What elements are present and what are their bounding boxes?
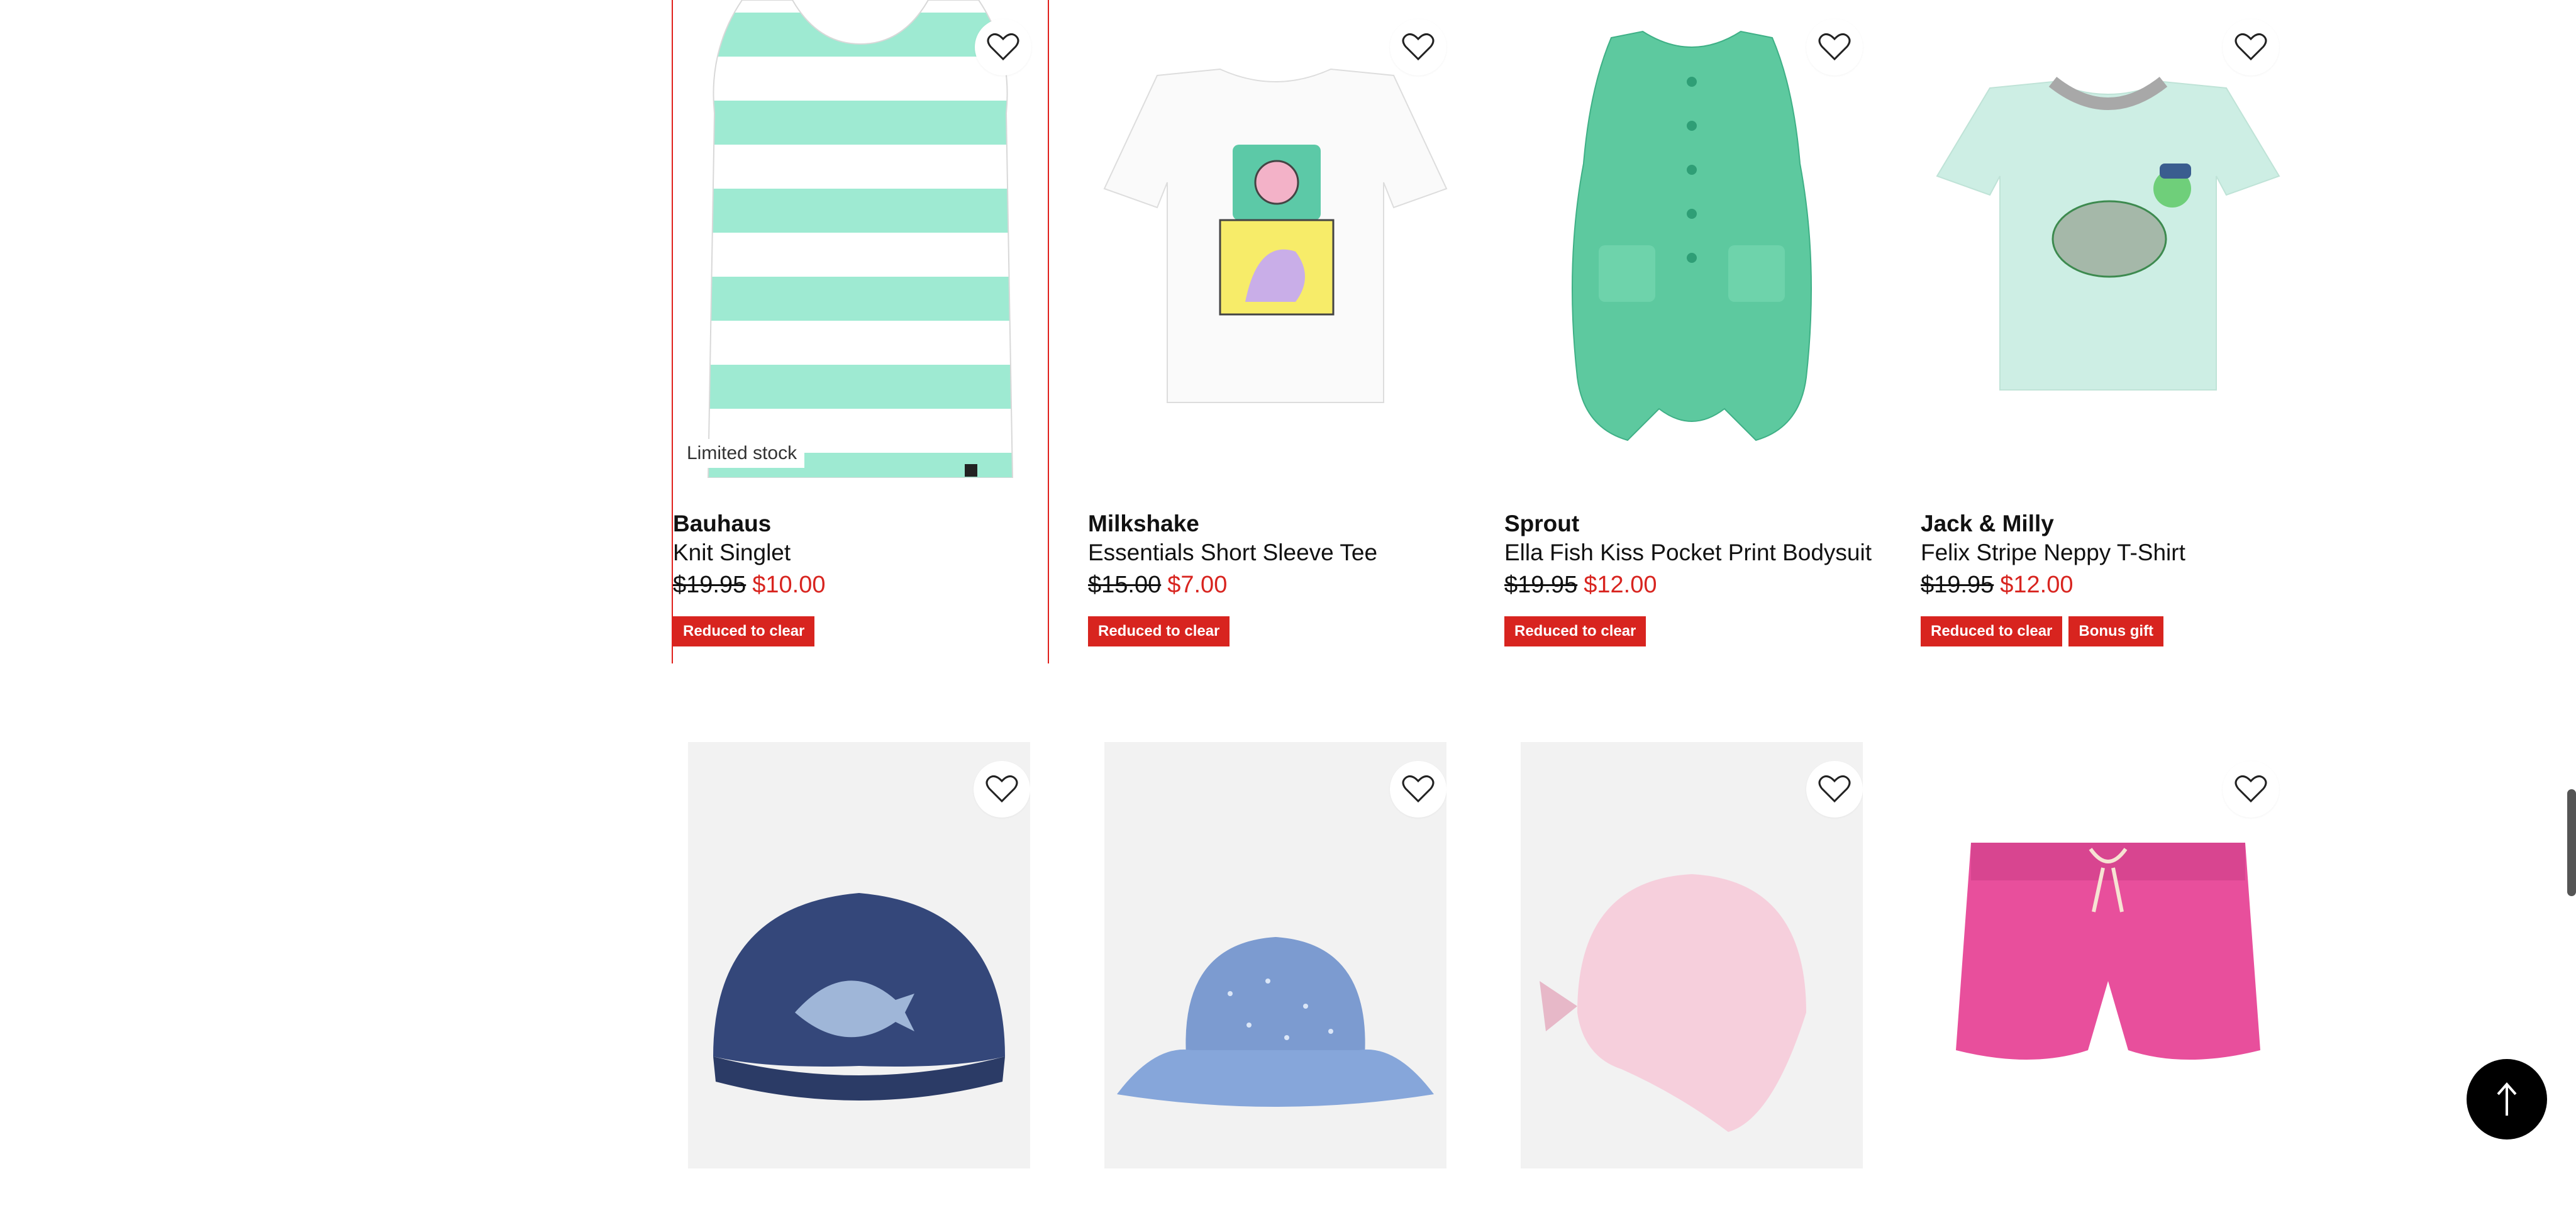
product-image[interactable] <box>1521 742 1863 1168</box>
badge-row: Reduced to clear <box>1504 616 1879 646</box>
product-name[interactable]: Ella Fish Kiss Pocket Print Bodysuit <box>1504 538 1879 567</box>
sale-price: $12.00 <box>1584 572 1657 598</box>
product-card[interactable]: Milkshake Essentials Short Sleeve Tee $1… <box>1088 0 1463 646</box>
product-image[interactable] <box>1088 0 1463 478</box>
product-price: $19.95 $10.00 <box>673 567 1048 602</box>
original-price: $19.95 <box>673 572 747 598</box>
heart-outline-icon <box>1818 775 1851 803</box>
product-card[interactable] <box>1088 742 1463 1168</box>
product-card[interactable]: Sprout Ella Fish Kiss Pocket Print Bodys… <box>1504 0 1879 646</box>
wishlist-button[interactable] <box>1390 19 1446 75</box>
product-name[interactable]: Felix Stripe Neppy T-Shirt <box>1921 538 2296 567</box>
original-price: $15.00 <box>1088 572 1162 598</box>
wishlist-button[interactable] <box>1806 19 1863 75</box>
heart-outline-icon <box>2235 775 2267 803</box>
bonus-gift-badge: Bonus gift <box>2068 616 2164 646</box>
product-card[interactable]: Limited stock Bauhaus Knit Singlet $19.9… <box>672 0 1049 663</box>
product-card[interactable] <box>1504 742 1879 1168</box>
badge-row: Reduced to clear <box>673 616 1048 646</box>
wishlist-button[interactable] <box>2223 19 2279 75</box>
product-name[interactable]: Knit Singlet <box>673 538 1048 567</box>
product-image[interactable] <box>1921 0 2296 478</box>
heart-outline-icon <box>985 775 1018 803</box>
product-brand[interactable]: Jack & Milly <box>1921 509 2296 538</box>
product-card[interactable] <box>1921 742 2296 1220</box>
product-name[interactable]: Essentials Short Sleeve Tee <box>1088 538 1463 567</box>
reduced-badge: Reduced to clear <box>1504 616 1646 646</box>
product-image[interactable]: Limited stock <box>673 0 1048 478</box>
product-card[interactable] <box>672 742 1046 1168</box>
heart-outline-icon <box>1402 775 1435 803</box>
product-image[interactable] <box>688 742 1030 1168</box>
product-price: $15.00 $7.00 <box>1088 567 1463 602</box>
heart-outline-icon <box>1818 33 1851 61</box>
wishlist-button[interactable] <box>974 761 1030 818</box>
product-card[interactable]: Jack & Milly Felix Stripe Neppy T-Shirt … <box>1921 0 2296 646</box>
sale-price: $7.00 <box>1167 572 1228 598</box>
product-brand[interactable]: Milkshake <box>1088 509 1463 538</box>
limited-stock-label: Limited stock <box>679 439 805 468</box>
wishlist-button[interactable] <box>2223 761 2279 818</box>
heart-outline-icon <box>1402 33 1435 61</box>
arrow-up-icon <box>2497 1082 2517 1116</box>
reduced-badge: Reduced to clear <box>1088 616 1230 646</box>
product-brand[interactable]: Sprout <box>1504 509 1879 538</box>
product-price: $19.95 $12.00 <box>1921 567 2296 602</box>
sale-price: $10.00 <box>752 572 826 598</box>
wishlist-button[interactable] <box>975 19 1031 75</box>
badge-row: Reduced to clear Bonus gift <box>1921 616 2296 646</box>
page-scrollbar[interactable] <box>2567 789 2576 896</box>
sale-price: $12.00 <box>2000 572 2074 598</box>
wishlist-button[interactable] <box>1390 761 1446 818</box>
product-brand[interactable]: Bauhaus <box>673 509 1048 538</box>
badge-row: Reduced to clear <box>1088 616 1463 646</box>
heart-outline-icon <box>987 33 1019 61</box>
back-to-top-button[interactable] <box>2467 1059 2547 1140</box>
reduced-badge: Reduced to clear <box>673 616 815 646</box>
product-price: $19.95 $12.00 <box>1504 567 1879 602</box>
wishlist-button[interactable] <box>1806 761 1863 818</box>
product-image[interactable] <box>1104 742 1446 1168</box>
original-price: $19.95 <box>1504 572 1578 598</box>
reduced-badge: Reduced to clear <box>1921 616 2063 646</box>
product-image[interactable] <box>1504 0 1879 478</box>
original-price: $19.95 <box>1921 572 1994 598</box>
heart-outline-icon <box>2235 33 2267 61</box>
product-image[interactable] <box>1921 742 2296 1220</box>
